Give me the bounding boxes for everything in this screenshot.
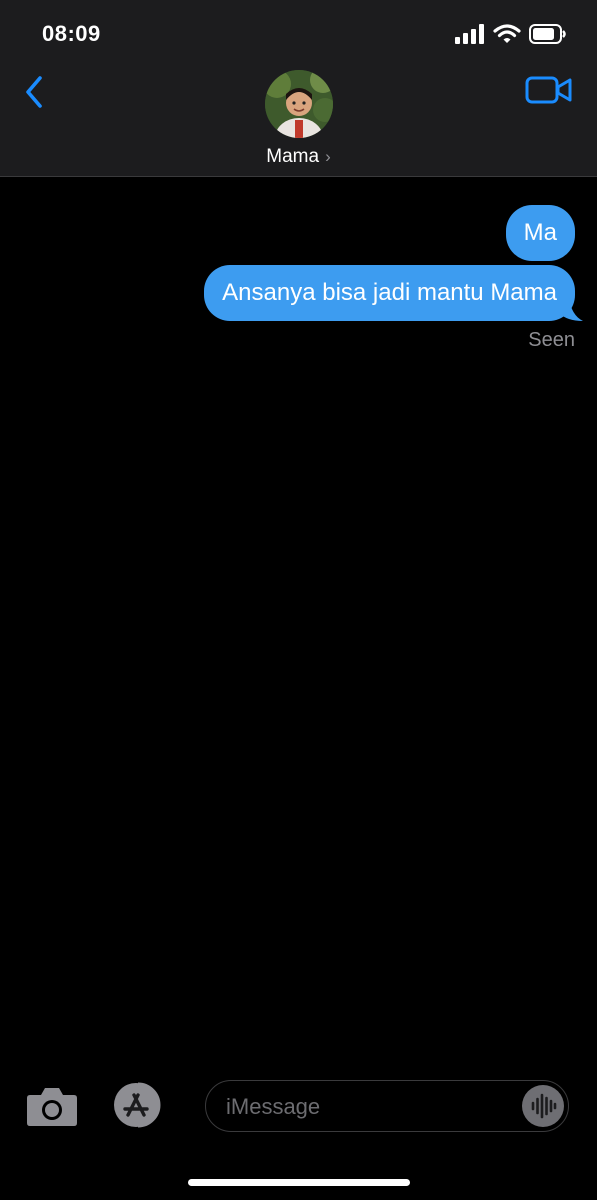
avatar-photo (265, 70, 333, 138)
home-indicator[interactable] (188, 1179, 410, 1186)
audio-message-button[interactable] (522, 1085, 564, 1127)
message-bubble-2[interactable]: Ansanya bisa jadi mantu Mama (204, 265, 575, 321)
battery-icon (529, 24, 566, 44)
message-input[interactable] (224, 1089, 518, 1125)
back-chevron-icon[interactable] (20, 72, 52, 112)
wifi-icon (493, 24, 521, 43)
audio-waveform-icon (531, 1093, 557, 1119)
signal-icon (455, 24, 484, 44)
composer-bar (0, 1075, 597, 1137)
message-input-field[interactable] (205, 1080, 569, 1132)
message-text: Ma (523, 219, 557, 246)
video-camera-icon[interactable] (525, 74, 573, 106)
status-time: 08:09 (42, 21, 101, 46)
camera-icon[interactable] (26, 1085, 78, 1127)
message-bubble-1[interactable]: Ma (505, 205, 575, 261)
conversation-header: 08:09 Mama › (0, 0, 597, 177)
status-icons (455, 22, 567, 46)
bubble-tail (559, 297, 583, 321)
contact-name-button[interactable]: Mama › (0, 146, 597, 168)
read-receipt: Seen (528, 329, 575, 351)
avatar[interactable] (265, 70, 333, 138)
app-store-icon[interactable] (112, 1081, 172, 1129)
chevron-right-icon: › (325, 147, 331, 166)
contact-name: Mama (266, 146, 320, 167)
message-text: Ansanya bisa jadi mantu Mama (222, 279, 557, 306)
